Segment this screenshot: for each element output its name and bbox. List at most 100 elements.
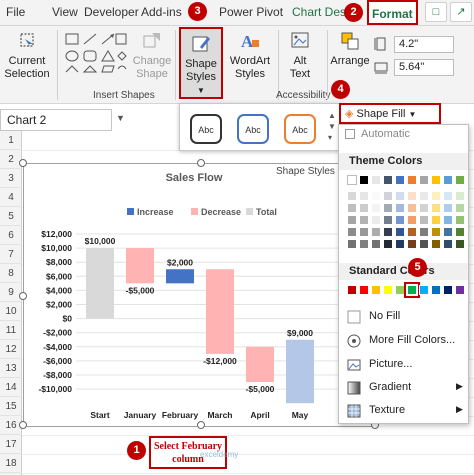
gallery-scroll-icon[interactable]: ▲ ▼ ▾	[328, 110, 336, 143]
theme-color-swatch[interactable]	[347, 175, 357, 185]
automatic-option[interactable]: Automatic	[361, 128, 410, 140]
comment-icon[interactable]: □	[425, 2, 447, 22]
theme-color-swatch[interactable]	[407, 175, 417, 185]
theme-color-swatch[interactable]	[419, 215, 429, 225]
resize-handle-bl[interactable]	[19, 421, 27, 429]
name-box-dropdown-icon[interactable]: ▼	[116, 113, 125, 123]
theme-color-swatch[interactable]	[383, 175, 393, 185]
row-header[interactable]: 13	[0, 359, 22, 378]
resize-handle-top[interactable]	[197, 159, 205, 167]
theme-color-swatch[interactable]	[419, 239, 429, 249]
picture-option[interactable]: Picture...	[369, 358, 412, 370]
theme-color-swatch[interactable]	[359, 239, 369, 249]
shape-width-input[interactable]: 5.64"	[394, 59, 454, 76]
theme-color-swatch[interactable]	[395, 215, 405, 225]
theme-color-swatch[interactable]	[455, 239, 465, 249]
theme-color-swatch[interactable]	[443, 203, 453, 213]
theme-color-swatch[interactable]	[371, 191, 381, 201]
theme-color-swatch[interactable]	[443, 175, 453, 185]
row-header[interactable]: 12	[0, 340, 22, 359]
theme-color-swatch[interactable]	[431, 227, 441, 237]
row-header[interactable]: 9	[0, 283, 22, 302]
gradient-option[interactable]: Gradient	[369, 381, 411, 393]
no-fill-option[interactable]: No Fill	[369, 310, 400, 322]
standard-color-swatch[interactable]	[383, 285, 393, 295]
theme-color-swatch[interactable]	[443, 239, 453, 249]
row-header[interactable]: 18	[0, 454, 22, 473]
theme-color-swatch[interactable]	[431, 191, 441, 201]
standard-color-swatch[interactable]	[359, 285, 369, 295]
row-header[interactable]: 15	[0, 397, 22, 416]
shape-height-input[interactable]: 4.2"	[394, 36, 454, 53]
theme-color-swatch[interactable]	[347, 239, 357, 249]
theme-color-swatch[interactable]	[443, 215, 453, 225]
theme-color-swatch[interactable]	[431, 215, 441, 225]
standard-color-swatch[interactable]	[371, 285, 381, 295]
tab-addins[interactable]: Add-ins	[141, 5, 182, 19]
theme-color-swatch[interactable]	[455, 191, 465, 201]
shapes-gallery[interactable]	[64, 32, 128, 76]
theme-color-swatch[interactable]	[371, 215, 381, 225]
shape-style-2[interactable]: Abc	[237, 114, 269, 144]
row-header[interactable]: 11	[0, 321, 22, 340]
resize-handle-bottom[interactable]	[197, 421, 205, 429]
theme-color-swatch[interactable]	[371, 175, 381, 185]
theme-color-swatch[interactable]	[383, 203, 393, 213]
theme-color-swatch[interactable]	[407, 203, 417, 213]
theme-color-swatch[interactable]	[383, 239, 393, 249]
theme-color-swatch[interactable]	[371, 203, 381, 213]
resize-handle-tl[interactable]	[19, 159, 27, 167]
theme-color-swatch[interactable]	[407, 215, 417, 225]
theme-color-swatch[interactable]	[419, 175, 429, 185]
theme-color-swatch[interactable]	[455, 227, 465, 237]
alt-text-button[interactable]: Alt Text	[283, 30, 317, 81]
row-header[interactable]: 4	[0, 188, 22, 207]
row-header[interactable]: 6	[0, 226, 22, 245]
shape-style-3[interactable]: Abc	[284, 114, 316, 144]
theme-color-swatch[interactable]	[443, 227, 453, 237]
shape-fill-button[interactable]: ◈ Shape Fill ▼	[339, 103, 441, 124]
theme-color-swatch[interactable]	[407, 239, 417, 249]
theme-color-swatch[interactable]	[347, 227, 357, 237]
row-header[interactable]: 7	[0, 245, 22, 264]
theme-color-swatch[interactable]	[407, 191, 417, 201]
shape-style-1[interactable]: Abc	[190, 114, 222, 144]
theme-color-swatch[interactable]	[395, 191, 405, 201]
standard-color-swatch[interactable]	[455, 285, 465, 295]
change-shape-button[interactable]: Change Shape	[132, 30, 172, 81]
theme-color-swatch[interactable]	[431, 239, 441, 249]
tab-developer[interactable]: Developer	[84, 5, 139, 19]
theme-color-swatch[interactable]	[347, 191, 357, 201]
theme-color-swatch[interactable]	[419, 203, 429, 213]
name-box[interactable]: Chart 2	[0, 109, 112, 131]
row-header[interactable]: 14	[0, 378, 22, 397]
theme-color-swatch[interactable]	[395, 239, 405, 249]
standard-color-swatch[interactable]	[431, 285, 441, 295]
current-selection-button[interactable]: Current Selection	[2, 30, 52, 81]
theme-color-swatch[interactable]	[407, 227, 417, 237]
theme-color-swatch[interactable]	[395, 227, 405, 237]
theme-color-swatch[interactable]	[455, 215, 465, 225]
theme-color-swatch[interactable]	[395, 203, 405, 213]
theme-color-swatch[interactable]	[383, 191, 393, 201]
row-header[interactable]: 5	[0, 207, 22, 226]
theme-color-swatch[interactable]	[431, 175, 441, 185]
wordart-styles-button[interactable]: A WordArt Styles	[227, 30, 273, 81]
row-header[interactable]: 3	[0, 169, 22, 188]
row-header[interactable]: 17	[0, 435, 22, 454]
waterfall-chart[interactable]: Sales Flow Increase Decrease Total $12,000…	[19, 159, 379, 429]
theme-color-swatch[interactable]	[431, 203, 441, 213]
arrange-button[interactable]: Arrange	[330, 30, 370, 68]
theme-color-swatch[interactable]	[359, 203, 369, 213]
theme-color-swatch[interactable]	[371, 227, 381, 237]
shape-styles-button[interactable]: Shape Styles ▼	[179, 27, 223, 99]
theme-color-swatch[interactable]	[371, 239, 381, 249]
theme-color-swatch[interactable]	[347, 215, 357, 225]
theme-color-swatch[interactable]	[347, 203, 357, 213]
theme-color-swatch[interactable]	[383, 227, 393, 237]
standard-color-swatch[interactable]	[347, 285, 357, 295]
more-fill-colors-option[interactable]: More Fill Colors...	[369, 334, 455, 346]
tab-view[interactable]: View	[52, 5, 78, 19]
theme-color-swatch[interactable]	[383, 215, 393, 225]
texture-option[interactable]: Texture	[369, 404, 405, 416]
